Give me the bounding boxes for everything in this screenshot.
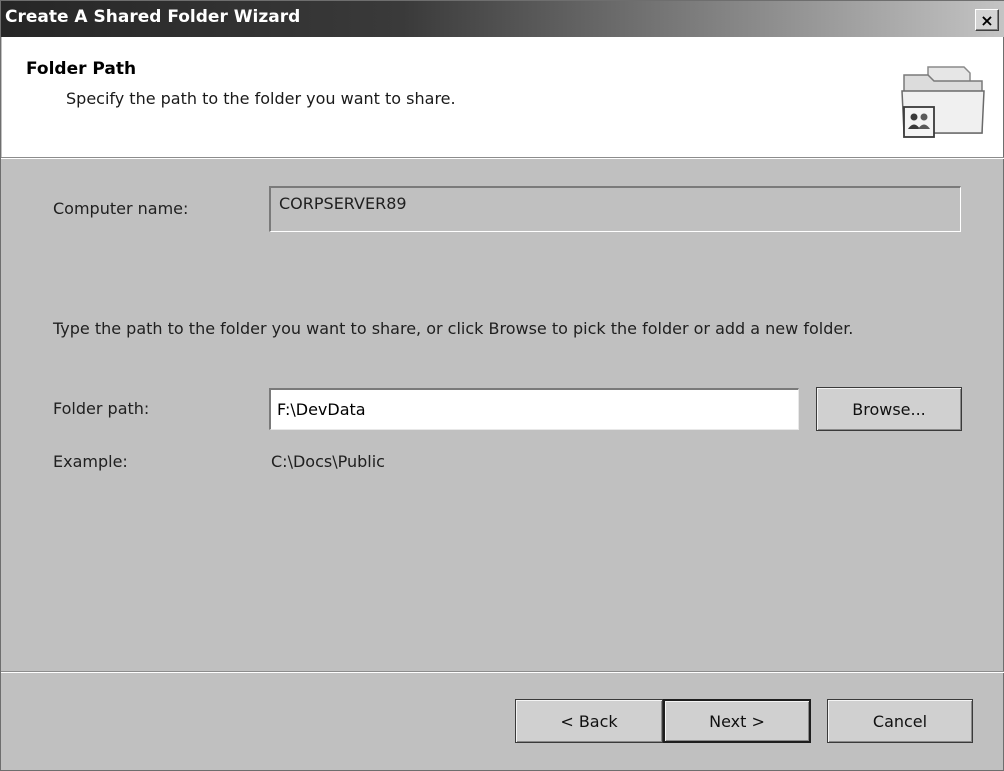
shared-folder-icon (901, 66, 985, 138)
header-divider-highlight (1, 158, 1004, 159)
cancel-button[interactable]: Cancel (827, 699, 973, 743)
cancel-button-label: Cancel (872, 711, 928, 731)
example-label: Example: (53, 452, 128, 471)
computer-name-field: CORPSERVER89 (269, 186, 961, 232)
instruction-text: Type the path to the folder you want to … (53, 319, 854, 338)
title-bar[interactable]: Create A Shared Folder Wizard × (1, 1, 1004, 37)
back-button[interactable]: < Back (515, 699, 663, 743)
browse-button[interactable]: Browse... (816, 387, 962, 431)
wizard-window: Create A Shared Folder Wizard × Folder P… (0, 0, 1004, 771)
footer-divider-highlight (1, 672, 1004, 673)
wizard-header: Folder Path Specify the path to the fold… (2, 37, 1003, 157)
folder-path-input[interactable] (269, 388, 799, 430)
close-icon: × (980, 10, 994, 30)
window-title: Create A Shared Folder Wizard (5, 7, 301, 27)
folder-path-label: Folder path: (53, 399, 150, 418)
browse-button-label: Browse... (852, 399, 926, 419)
next-button[interactable]: Next > (663, 699, 811, 743)
computer-name-value: CORPSERVER89 (279, 194, 407, 213)
close-button[interactable]: × (975, 9, 999, 31)
computer-name-label: Computer name: (53, 199, 189, 218)
next-button-label: Next > (709, 711, 765, 731)
example-value: C:\Docs\Public (271, 452, 385, 471)
back-button-label: < Back (560, 711, 618, 731)
page-subtitle: Specify the path to the folder you want … (66, 89, 456, 108)
page-title: Folder Path (26, 59, 137, 79)
